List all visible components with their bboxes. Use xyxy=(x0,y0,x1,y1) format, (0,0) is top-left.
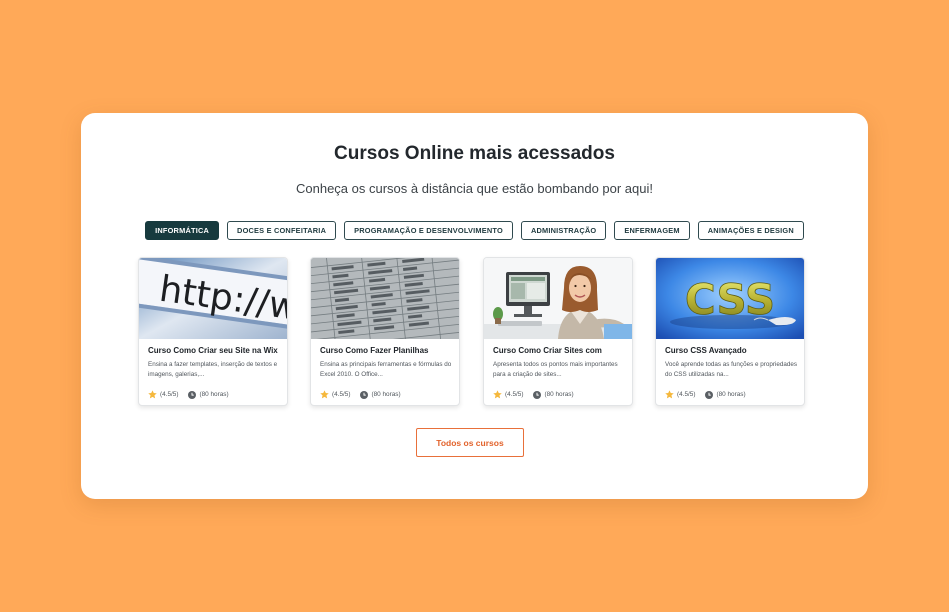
tab-doces-e-confeitaria[interactable]: DOCES E CONFEITARIA xyxy=(227,221,337,240)
svg-text:CSS: CSS xyxy=(685,275,775,324)
star-icon xyxy=(148,390,157,399)
tab-administracao[interactable]: ADMINISTRAÇÃO xyxy=(520,221,607,240)
courses-panel: Cursos Online mais acessados Conheça os … xyxy=(81,113,868,499)
css-text-image: CSS xyxy=(656,258,804,339)
course-rating: (4.5/5) xyxy=(677,391,696,398)
course-duration: (80 horas) xyxy=(716,391,746,398)
star-icon xyxy=(665,390,674,399)
star-icon xyxy=(320,390,329,399)
course-description: Ensina as principais ferramentas e fórmu… xyxy=(320,361,452,378)
spreadsheet-image xyxy=(311,258,459,339)
course-meta: (4.5/5) (80 horas) xyxy=(320,390,411,399)
clock-icon xyxy=(533,390,542,399)
star-icon xyxy=(493,390,502,399)
course-meta: (4.5/5) (80 horas) xyxy=(665,390,756,399)
course-title: Curso Como Fazer Planilhas xyxy=(320,346,429,355)
course-duration: (80 horas) xyxy=(544,391,574,398)
course-card-css-avancado[interactable]: CSS Curso CSS Avançado Você aprende toda… xyxy=(655,257,805,406)
section-subtitle: Conheça os cursos à distância que estão … xyxy=(295,181,653,196)
tab-programacao-e-desenvolvimento[interactable]: PROGRAMAÇÃO E DESENVOLVIMENTO xyxy=(344,221,513,240)
course-description: Apresenta todos os pontos mais important… xyxy=(493,361,618,378)
course-cards: http://ww Curso Como Criar seu Site na W… xyxy=(138,257,811,406)
tab-animacoes-e-design[interactable]: ANIMAÇÕES E DESIGN xyxy=(697,221,804,240)
course-rating: (4.5/5) xyxy=(160,391,179,398)
course-title: Curso CSS Avançado xyxy=(665,346,747,355)
tab-enfermagem[interactable]: ENFERMAGEM xyxy=(614,221,690,240)
course-description: Ensina a fazer templates, inserção de te… xyxy=(148,361,278,378)
course-title: Curso Como Criar Sites com xyxy=(493,346,602,355)
course-meta: (4.5/5) (80 horas) xyxy=(148,390,239,399)
course-meta: (4.5/5) (80 horas) xyxy=(493,390,584,399)
section-title: Cursos Online mais acessados xyxy=(334,143,615,164)
course-card-wix[interactable]: http://ww Curso Como Criar seu Site na W… xyxy=(138,257,288,406)
all-courses-button[interactable]: Todos os cursos xyxy=(416,428,524,457)
course-rating: (4.5/5) xyxy=(505,391,524,398)
woman-computer-image xyxy=(484,258,632,339)
course-card-criar-sites[interactable]: Curso Como Criar Sites com Apresenta tod… xyxy=(483,257,633,406)
course-title: Curso Como Criar seu Site na Wix xyxy=(148,346,278,355)
clock-icon xyxy=(705,390,714,399)
course-rating: (4.5/5) xyxy=(332,391,351,398)
course-duration: (80 horas) xyxy=(371,391,401,398)
tab-informatica[interactable]: INFORMÁTICA xyxy=(145,221,220,240)
clock-icon xyxy=(360,390,369,399)
clock-icon xyxy=(188,390,197,399)
http-browser-image: http://ww xyxy=(139,258,287,339)
course-duration: (80 horas) xyxy=(199,391,229,398)
category-tabs: INFORMÁTICA DOCES E CONFEITARIA PROGRAMA… xyxy=(81,221,868,240)
course-description: Você aprende todas as funções e propried… xyxy=(665,361,797,378)
course-card-planilhas[interactable]: Curso Como Fazer Planilhas Ensina as pri… xyxy=(310,257,460,406)
